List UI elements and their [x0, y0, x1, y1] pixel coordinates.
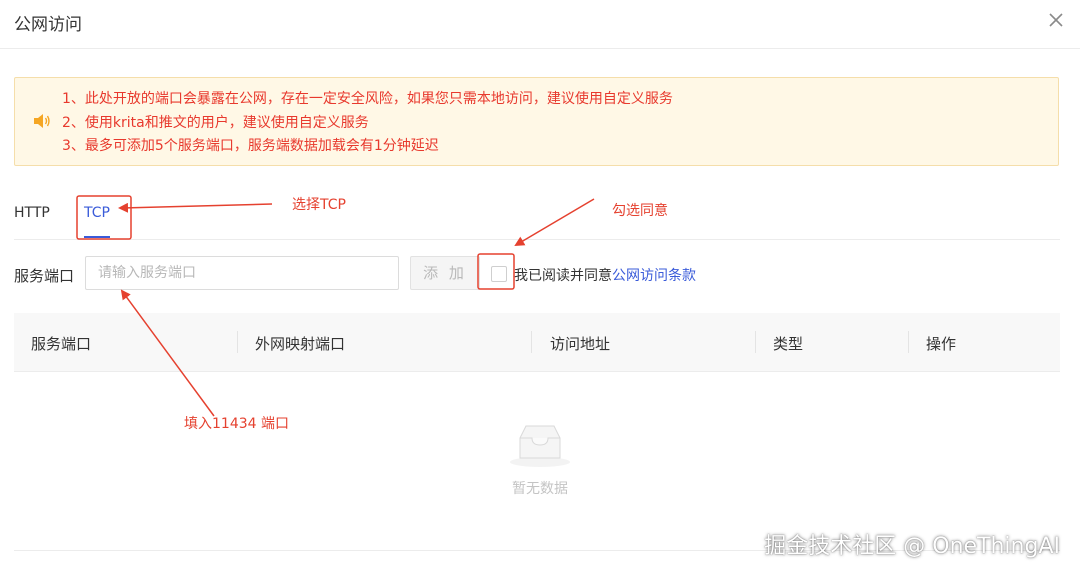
annotation-check-agree: 勾选同意: [612, 203, 668, 219]
column-header-access-address: 访问地址: [550, 335, 611, 353]
column-separator: [755, 331, 756, 353]
column-separator: [908, 331, 909, 353]
tab-tcp[interactable]: TCP: [84, 205, 110, 221]
public-access-dialog: 公网访问 1、此处开放的端口会暴露在公网，存在一定安全风险，如果您只需本地访问，…: [0, 0, 1080, 578]
annotation-select-tcp: 选择TCP: [292, 197, 346, 213]
dialog-title: 公网访问: [14, 15, 82, 35]
empty-box-icon: [510, 425, 570, 467]
terms-link[interactable]: 公网访问条款: [612, 268, 696, 284]
port-input[interactable]: [85, 256, 399, 290]
agree-label: 我已阅读并同意: [514, 268, 612, 284]
notice-lines: 1、此处开放的端口会暴露在公网，存在一定安全风险，如果您只需本地访问，建议使用自…: [62, 88, 673, 159]
dialog-header: 公网访问: [0, 0, 1080, 49]
port-label: 服务端口: [14, 267, 75, 285]
close-icon: [1049, 13, 1063, 27]
close-button[interactable]: [1044, 8, 1068, 32]
column-header-type: 类型: [773, 335, 804, 353]
tab-http[interactable]: HTTP: [14, 205, 50, 221]
notice-line: 1、此处开放的端口会暴露在公网，存在一定安全风险，如果您只需本地访问，建议使用自…: [62, 91, 673, 107]
protocol-tabs: HTTP TCP: [14, 193, 1060, 240]
empty-state: 暂无数据: [490, 418, 590, 498]
add-button[interactable]: 添 加: [410, 256, 480, 290]
warning-notice: 1、此处开放的端口会暴露在公网，存在一定安全风险，如果您只需本地访问，建议使用自…: [14, 77, 1059, 166]
agree-text: 我已阅读并同意公网访问条款: [514, 265, 696, 285]
column-separator: [237, 331, 238, 353]
agree-checkbox[interactable]: [491, 266, 507, 282]
column-header-service-port: 服务端口: [31, 335, 92, 353]
notice-line: 3、最多可添加5个服务端口，服务端数据加载会有1分钟延迟: [62, 138, 439, 154]
column-header-external-port: 外网映射端口: [255, 335, 346, 353]
empty-text: 暂无数据: [512, 481, 568, 497]
active-tab-indicator: [84, 236, 110, 238]
speaker-icon: [34, 114, 50, 128]
annotation-fill-port: 填入11434 端口: [184, 416, 289, 432]
notice-line: 2、使用krita和推文的用户，建议使用自定义服务: [62, 114, 369, 131]
column-separator: [531, 331, 532, 353]
watermark: 掘金技术社区 @ OneThingAI: [764, 534, 1060, 559]
column-header-actions: 操作: [926, 335, 957, 353]
table-header: 服务端口 外网映射端口 访问地址 类型 操作: [14, 313, 1060, 372]
port-form: 服务端口 添 加 我已阅读并同意公网访问条款: [14, 256, 1060, 292]
